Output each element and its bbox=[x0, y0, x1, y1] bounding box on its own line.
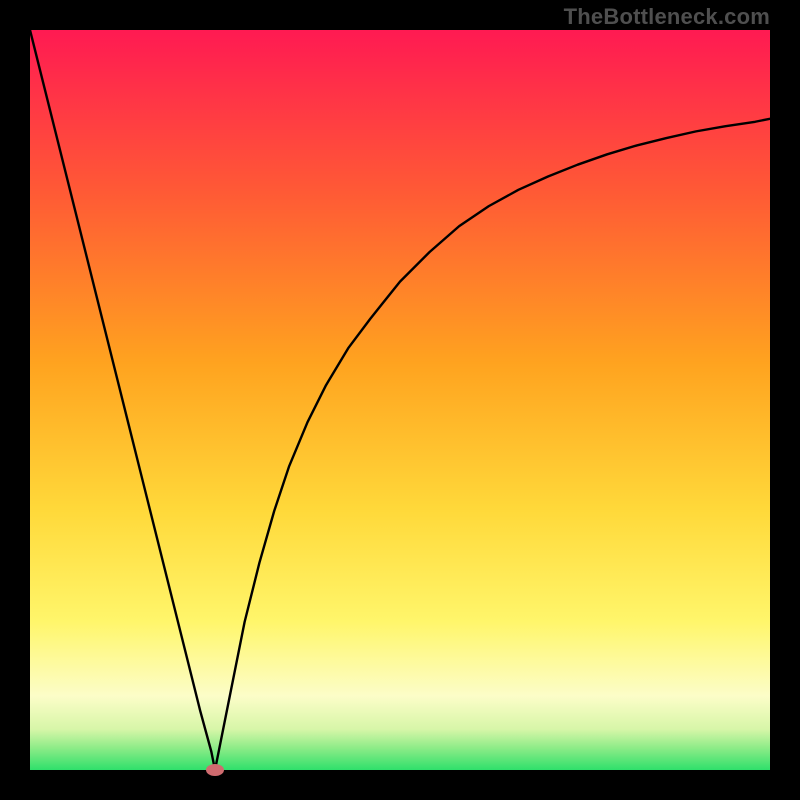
watermark-text: TheBottleneck.com bbox=[564, 4, 770, 30]
chart-frame bbox=[30, 30, 770, 770]
optimal-point-marker bbox=[206, 764, 224, 776]
bottleneck-chart bbox=[30, 30, 770, 770]
